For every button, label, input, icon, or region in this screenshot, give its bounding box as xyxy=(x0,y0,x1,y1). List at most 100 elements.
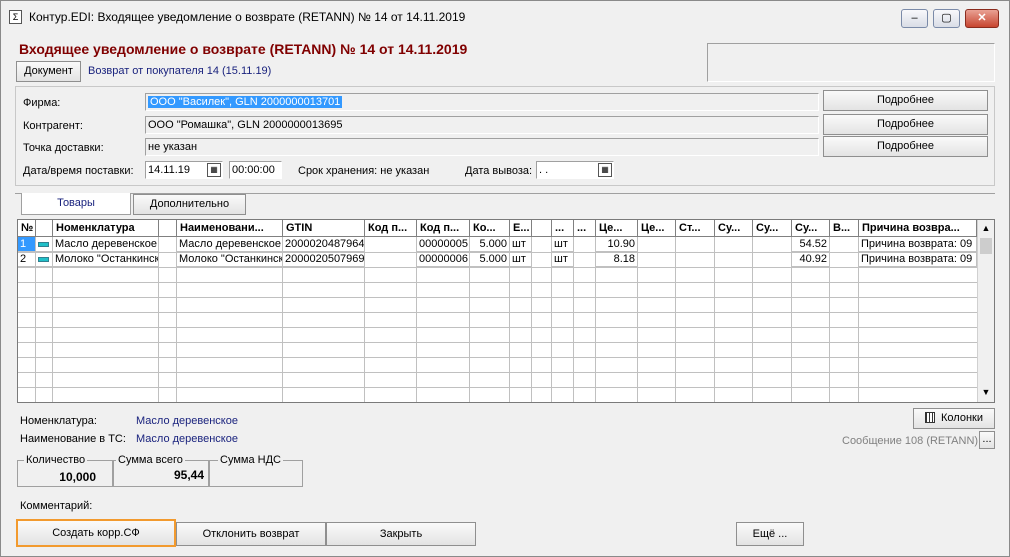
sum-label: Сумма всего xyxy=(116,454,185,466)
qty-label: Количество xyxy=(24,454,88,466)
table-cell[interactable]: Молоко "Останкинское" xyxy=(177,252,283,267)
table-cell[interactable]: 00000005 xyxy=(417,237,470,252)
app-icon: Σ xyxy=(9,10,22,24)
table-cell[interactable]: 2 xyxy=(18,252,36,267)
table-scrollbar[interactable]: ▲ ▼ xyxy=(977,220,994,402)
table-cell[interactable]: Масло деревенское xyxy=(53,237,159,252)
tab-goods[interactable]: Товары xyxy=(21,193,131,215)
table-cell[interactable]: 5.000 xyxy=(470,237,510,252)
table-cell[interactable]: шт xyxy=(510,252,532,267)
columns-icon xyxy=(925,412,935,423)
table-header[interactable]: Су... xyxy=(792,220,830,237)
table-cell[interactable]: Причина возврата: 09 xyxy=(859,237,977,252)
table-header[interactable]: № xyxy=(18,220,36,237)
firma-details-button[interactable]: Подробнее xyxy=(823,90,988,111)
table-cell[interactable]: Причина возврата: 09 xyxy=(859,252,977,267)
scroll-down-icon[interactable]: ▼ xyxy=(979,386,993,398)
table-header[interactable]: Код п... xyxy=(417,220,470,237)
table-header[interactable]: ... xyxy=(552,220,574,237)
sum-box: Сумма всего 95,44 xyxy=(113,454,209,487)
firma-field[interactable]: ООО "Василек", GLN 2000000013701 xyxy=(145,93,819,111)
naim-value: Масло деревенское xyxy=(136,433,238,445)
document-title: Входящее уведомление о возврате (RETANN)… xyxy=(19,41,468,57)
nomenklatura-value: Масло деревенское xyxy=(136,415,238,427)
grid-line xyxy=(18,357,977,358)
scroll-thumb[interactable] xyxy=(980,238,992,254)
grid-line xyxy=(18,387,977,388)
table-header[interactable]: Су... xyxy=(715,220,753,237)
row-status-icon xyxy=(36,237,53,252)
table-cell[interactable]: 5.000 xyxy=(470,252,510,267)
table-header[interactable]: Ст... xyxy=(676,220,715,237)
table-header[interactable]: Це... xyxy=(638,220,676,237)
table-header[interactable] xyxy=(36,220,53,237)
tochka-details-button[interactable]: Подробнее xyxy=(823,136,988,157)
time-field[interactable]: 00:00:00 xyxy=(229,161,282,179)
kontragent-label: Контрагент: xyxy=(23,120,83,132)
message-more-button[interactable]: ... xyxy=(979,431,995,449)
table-header[interactable]: Причина возвра... xyxy=(859,220,977,237)
reject-return-button[interactable]: Отклонить возврат xyxy=(176,522,326,546)
table-cell[interactable]: 2000020487964 xyxy=(283,237,365,252)
storage-label: Срок хранения: не указан xyxy=(298,165,430,177)
main-window: Σ Контур.EDI: Входящее уведомление о воз… xyxy=(0,0,1010,557)
table-header[interactable] xyxy=(159,220,177,237)
table-header[interactable]: Наименовани... xyxy=(177,220,283,237)
kontragent-field[interactable]: ООО "Ромашка", GLN 2000000013695 xyxy=(145,116,819,134)
nomenklatura-label: Номенклатура: xyxy=(20,415,97,427)
goods-table[interactable]: № Номенклатура Наименовани... GTIN Код п… xyxy=(17,219,995,403)
scroll-up-icon[interactable]: ▲ xyxy=(979,222,993,234)
columns-button[interactable]: Колонки xyxy=(913,408,995,429)
kontragent-details-button[interactable]: Подробнее xyxy=(823,114,988,135)
minimize-button[interactable]: – xyxy=(901,9,928,28)
tochka-field[interactable]: не указан xyxy=(145,138,819,156)
close-button[interactable]: Закрыть xyxy=(326,522,476,546)
maximize-button[interactable]: ▢ xyxy=(933,9,960,28)
grid-line xyxy=(752,237,753,402)
grid-line xyxy=(18,342,977,343)
table-cell[interactable]: 40.92 xyxy=(792,252,830,267)
document-button[interactable]: Документ xyxy=(16,61,81,82)
date-label: Дата/время поставки: xyxy=(23,165,134,177)
table-header[interactable]: Номенклатура xyxy=(53,220,159,237)
table-cell[interactable]: 10.90 xyxy=(596,237,638,252)
table-header[interactable]: Ко... xyxy=(470,220,510,237)
qty-box: Количество 10,000 xyxy=(17,454,113,487)
table-header[interactable]: В... xyxy=(830,220,859,237)
comment-label: Комментарий: xyxy=(20,500,93,512)
table-header[interactable]: Е... xyxy=(510,220,532,237)
table-cell[interactable]: 2000020507969 xyxy=(283,252,365,267)
table-header[interactable]: GTIN xyxy=(283,220,365,237)
table-cell[interactable]: 00000006 xyxy=(417,252,470,267)
title-bar[interactable]: Σ Контур.EDI: Входящее уведомление о воз… xyxy=(1,1,1009,31)
table-cell[interactable]: Молоко "Останкинское" xyxy=(53,252,159,267)
export-calendar-icon[interactable]: ▦ xyxy=(598,163,612,177)
table-cell[interactable]: шт xyxy=(552,252,574,267)
table-header[interactable] xyxy=(532,220,552,237)
tochka-label: Точка доставки: xyxy=(23,142,104,154)
table-header[interactable]: Су... xyxy=(753,220,792,237)
document-link[interactable]: Возврат от покупателя 14 (15.11.19) xyxy=(88,65,271,77)
info-panel xyxy=(707,43,995,82)
table-cell[interactable]: шт xyxy=(552,237,574,252)
table-header[interactable]: ... xyxy=(574,220,596,237)
calendar-icon[interactable]: ▦ xyxy=(207,163,221,177)
table-cell[interactable]: шт xyxy=(510,237,532,252)
table-cell[interactable]: 1 xyxy=(18,237,36,252)
table-header[interactable]: Це... xyxy=(596,220,638,237)
firma-label: Фирма: xyxy=(23,97,61,109)
firma-value: ООО "Василек", GLN 2000000013701 xyxy=(148,96,343,108)
sum-value: 95,44 xyxy=(173,468,204,482)
table-header[interactable]: Код п... xyxy=(365,220,417,237)
grid-line xyxy=(714,237,715,402)
more-button[interactable]: Ещё ... xyxy=(736,522,804,546)
table-cell[interactable]: 54.52 xyxy=(792,237,830,252)
close-window-button[interactable]: ✕ xyxy=(965,9,999,28)
table-cell[interactable]: 8.18 xyxy=(596,252,638,267)
tab-additional[interactable]: Дополнительно xyxy=(133,194,246,215)
grid-line xyxy=(18,372,977,373)
grid-line xyxy=(18,267,977,268)
create-correction-invoice-button[interactable]: Создать корр.СФ xyxy=(16,519,176,547)
message-label: Сообщение 108 (RETANN) xyxy=(842,435,979,447)
table-cell[interactable]: Масло деревенское xyxy=(177,237,283,252)
